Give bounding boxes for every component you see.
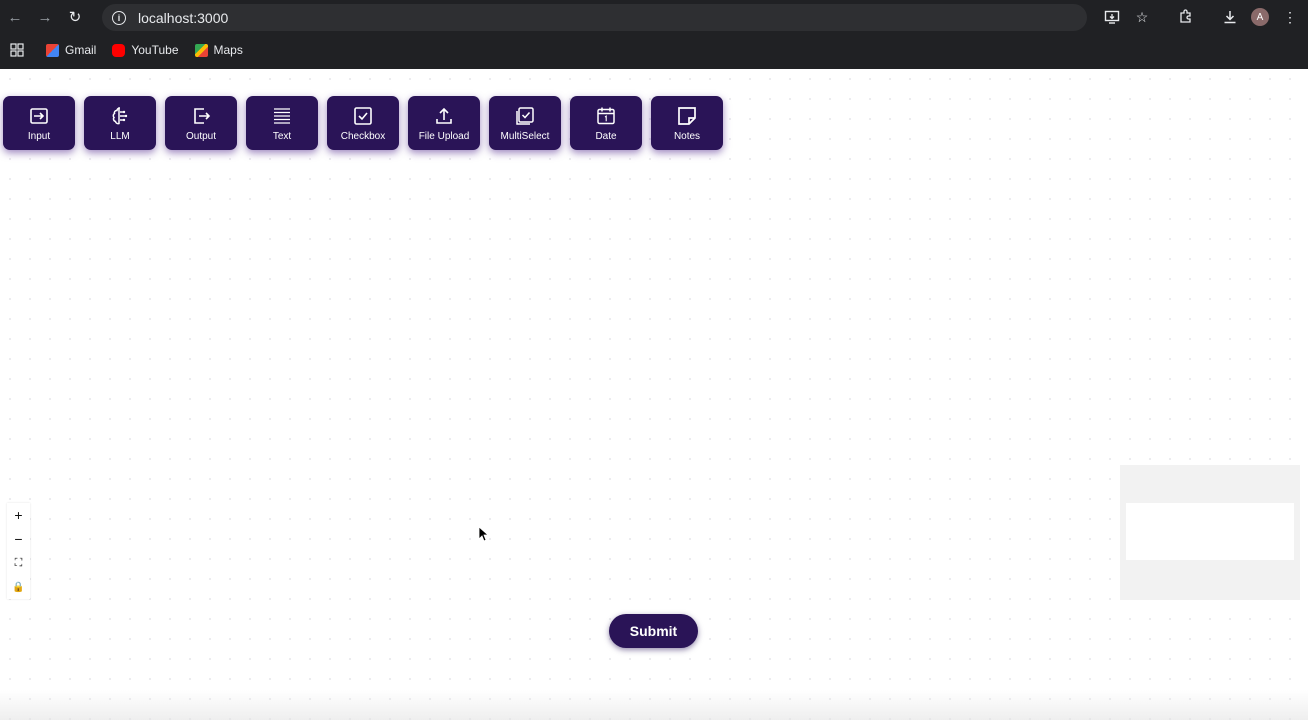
- youtube-icon: [112, 43, 126, 57]
- lock-icon[interactable]: 🔒: [7, 575, 30, 599]
- flow-canvas[interactable]: Input LLM Output Text Checkbox File Uplo…: [0, 69, 1308, 720]
- node-label: Text: [272, 130, 292, 142]
- fit-view-icon[interactable]: ⛶: [7, 551, 30, 575]
- node-label: MultiSelect: [500, 130, 550, 142]
- text-lines-icon: [274, 107, 290, 124]
- submit-button[interactable]: Submit: [609, 614, 698, 648]
- node-label: Notes: [673, 130, 701, 142]
- node-file-upload-button[interactable]: File Upload: [408, 96, 480, 150]
- forward-arrow-icon[interactable]: →: [30, 2, 60, 32]
- node-checkbox-button[interactable]: Checkbox: [327, 96, 399, 150]
- input-icon: [30, 107, 48, 124]
- maps-icon: [194, 43, 208, 57]
- node-label: LLM: [110, 130, 130, 142]
- node-label: File Upload: [418, 130, 470, 142]
- minimap-viewport: [1126, 503, 1294, 560]
- node-label: Output: [185, 130, 217, 142]
- site-info-icon[interactable]: i: [112, 10, 126, 25]
- bookmark-label: Maps: [213, 43, 243, 57]
- output-icon: [194, 107, 211, 124]
- node-label: Input: [27, 130, 51, 142]
- reload-icon[interactable]: ↻: [60, 2, 90, 32]
- node-toolbar: Input LLM Output Text Checkbox File Uplo…: [3, 96, 723, 150]
- bookmark-star-icon[interactable]: ☆: [1130, 5, 1154, 29]
- node-label: Checkbox: [340, 130, 386, 142]
- browser-actions: ☆ A ⋮: [1100, 5, 1302, 29]
- canvas-controls: + − ⛶ 🔒: [7, 503, 30, 599]
- multiselect-icon: [516, 106, 534, 125]
- node-date-button[interactable]: Date: [570, 96, 642, 150]
- node-llm-button[interactable]: LLM: [84, 96, 156, 150]
- node-input-button[interactable]: Input: [3, 96, 75, 150]
- node-output-button[interactable]: Output: [165, 96, 237, 150]
- apps-grid-icon[interactable]: [10, 43, 24, 57]
- zoom-out-icon[interactable]: −: [7, 527, 30, 551]
- avatar[interactable]: A: [1251, 8, 1269, 26]
- gmail-icon: [46, 43, 59, 57]
- bookmark-maps[interactable]: Maps: [194, 43, 243, 57]
- kebab-menu-icon[interactable]: ⋮: [1278, 5, 1302, 29]
- bottom-shadow: [0, 690, 1308, 720]
- back-arrow-icon[interactable]: ←: [0, 2, 30, 32]
- profile-avatar[interactable]: A: [1248, 5, 1272, 29]
- download-icon[interactable]: [1218, 5, 1242, 29]
- install-app-icon[interactable]: [1100, 5, 1124, 29]
- node-text-button[interactable]: Text: [246, 96, 318, 150]
- minimap[interactable]: [1120, 465, 1300, 600]
- bookmarks-bar: Gmail YouTube Maps: [0, 38, 259, 62]
- address-bar[interactable]: i localhost:3000: [102, 4, 1087, 31]
- brain-icon: [112, 106, 128, 124]
- node-notes-button[interactable]: Notes: [651, 96, 723, 150]
- node-label: Date: [595, 130, 617, 142]
- note-icon: [678, 106, 696, 125]
- checkbox-icon: [354, 106, 372, 125]
- calendar-icon: [597, 107, 615, 124]
- browser-chrome: ← → ↻ i localhost:3000 ☆ A ⋮ Gmail YouTu…: [0, 0, 1308, 69]
- mouse-cursor-icon: [478, 526, 490, 542]
- upload-icon: [436, 107, 452, 124]
- node-multiselect-button[interactable]: MultiSelect: [489, 96, 561, 150]
- bookmark-youtube[interactable]: YouTube: [112, 43, 179, 57]
- url-text[interactable]: localhost:3000: [138, 10, 228, 26]
- bookmark-gmail[interactable]: Gmail: [46, 43, 96, 57]
- zoom-in-icon[interactable]: +: [7, 503, 30, 527]
- bookmark-label: Gmail: [65, 43, 97, 57]
- extensions-icon[interactable]: [1174, 5, 1198, 29]
- bookmark-label: YouTube: [131, 43, 179, 57]
- browser-toolbar: ← → ↻ i localhost:3000 ☆ A ⋮: [0, 0, 1308, 34]
